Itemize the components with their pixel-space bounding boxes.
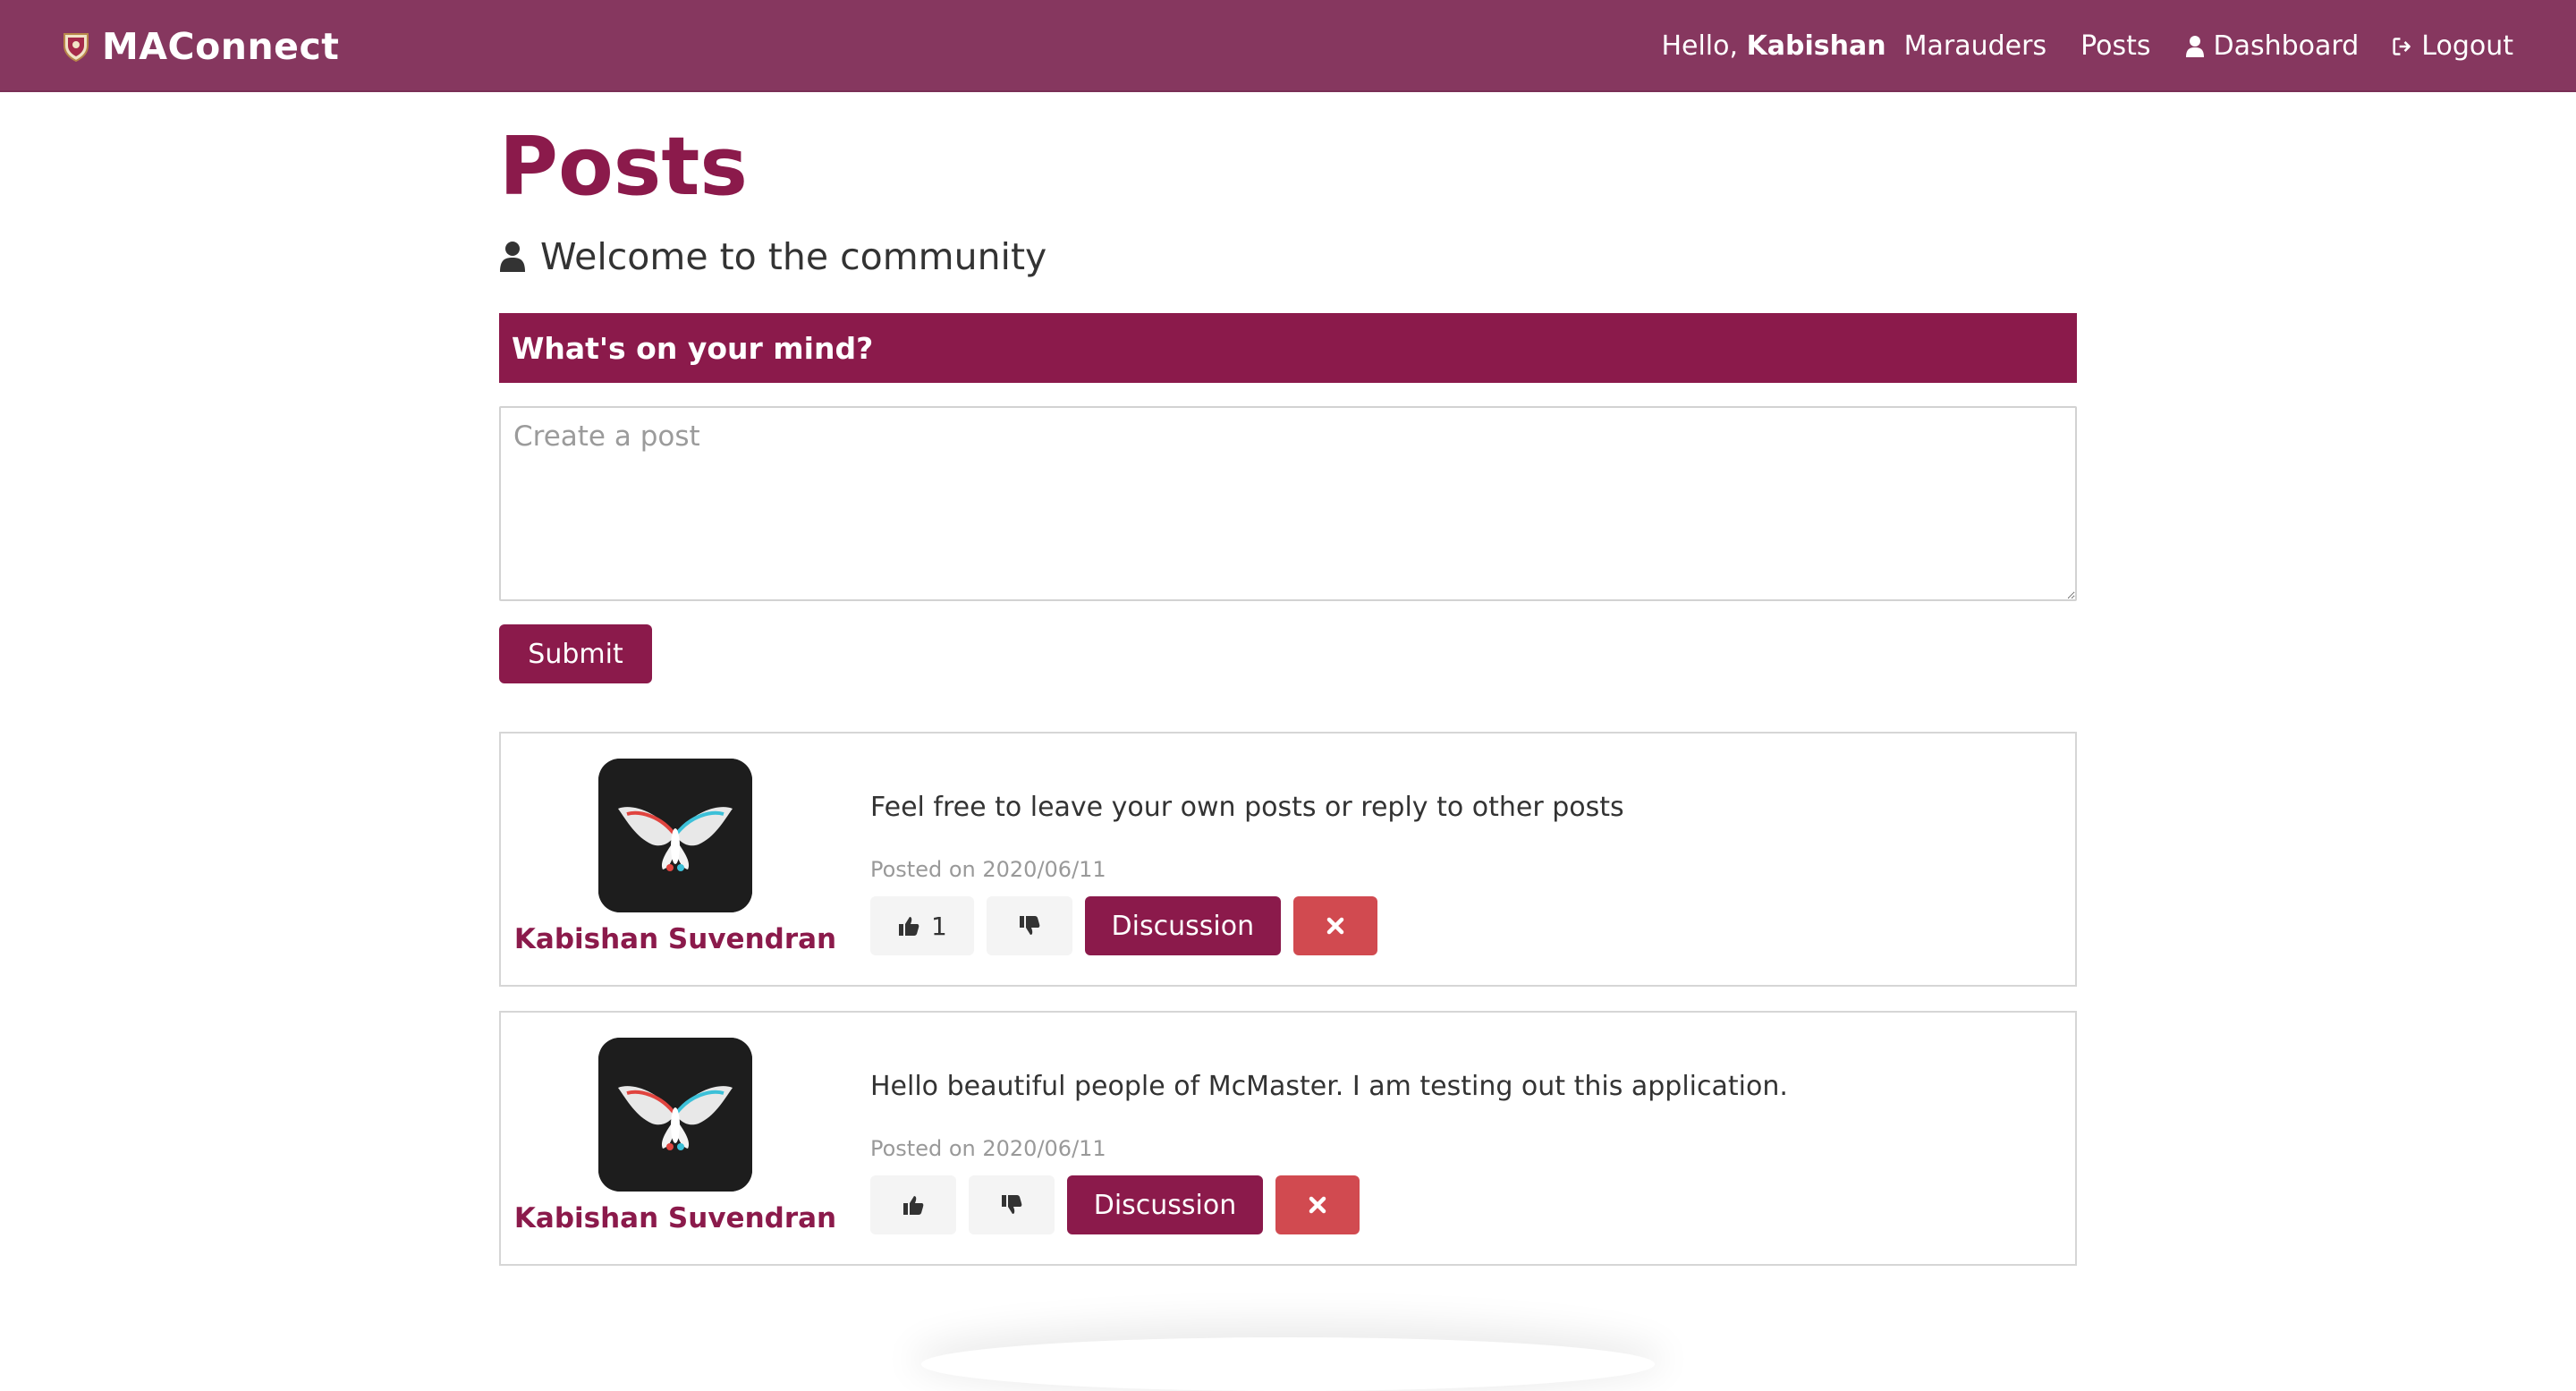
post-card: Kabishan Suvendran Hello beautiful peopl… xyxy=(499,1011,2077,1266)
user-icon xyxy=(2185,35,2204,57)
close-icon xyxy=(1309,1196,1326,1214)
nav-link-posts[interactable]: Posts xyxy=(2080,30,2150,62)
submit-button[interactable]: Submit xyxy=(499,624,652,683)
lead-label: Welcome to the community xyxy=(540,235,1047,278)
nav-link-logout-label: Logout xyxy=(2421,30,2513,62)
post-actions: Discussion xyxy=(870,1175,1360,1234)
greeting-user-name: Kabishan xyxy=(1746,30,1886,62)
greeting-prefix: Hello, xyxy=(1661,30,1739,62)
butterfly-avatar-icon xyxy=(598,1038,752,1192)
create-post-input[interactable] xyxy=(499,406,2077,601)
post-card: Kabishan Suvendran Feel free to leave yo… xyxy=(499,732,2077,987)
post-text: Hello beautiful people of McMaster. I am… xyxy=(870,1071,1788,1102)
nav-links: Hello, Kabishan Marauders Posts Dashboar… xyxy=(1661,0,2513,92)
compose-header-label: What's on your mind? xyxy=(512,330,874,366)
nav-link-marauders[interactable]: Marauders xyxy=(1904,30,2046,62)
post-author[interactable]: Kabishan Suvendran xyxy=(501,923,850,955)
post-date: Posted on 2020/06/11 xyxy=(870,857,1106,882)
like-button[interactable]: 1 xyxy=(870,896,974,955)
dislike-button[interactable] xyxy=(969,1175,1055,1234)
close-icon xyxy=(1326,917,1344,935)
brand-link[interactable]: MAConnect xyxy=(63,0,339,92)
shield-crest-icon xyxy=(64,32,89,62)
sign-out-icon xyxy=(2393,37,2411,55)
author-avatar[interactable] xyxy=(598,1038,752,1192)
compose-header: What's on your mind? xyxy=(499,313,2077,383)
post-date: Posted on 2020/06/11 xyxy=(870,1136,1106,1161)
thumbs-down-icon xyxy=(1002,1195,1022,1214)
greeting: Hello, Kabishan xyxy=(1661,30,1885,62)
butterfly-avatar-icon xyxy=(598,759,752,912)
post-text: Feel free to leave your own posts or rep… xyxy=(870,792,1624,823)
user-icon xyxy=(500,242,525,272)
post-author[interactable]: Kabishan Suvendran xyxy=(501,1202,850,1234)
discussion-button[interactable]: Discussion xyxy=(1084,896,1281,955)
like-button[interactable] xyxy=(870,1175,956,1234)
thumbs-up-icon xyxy=(899,917,919,936)
author-avatar[interactable] xyxy=(598,759,752,912)
nav-link-logout[interactable]: Logout xyxy=(2393,30,2513,62)
delete-post-button[interactable] xyxy=(1275,1175,1360,1234)
nav-link-dashboard-label: Dashboard xyxy=(2213,30,2360,62)
thumbs-up-icon xyxy=(903,1196,924,1215)
top-navbar: MAConnect Hello, Kabishan Marauders Post… xyxy=(0,0,2576,92)
brand-name: MAConnect xyxy=(102,24,340,68)
thumbs-down-icon xyxy=(1019,916,1040,935)
like-count: 1 xyxy=(931,911,947,941)
nav-link-posts-label: Posts xyxy=(2080,30,2151,62)
page-title: Posts xyxy=(499,120,748,214)
delete-post-button[interactable] xyxy=(1292,896,1377,955)
lead-text: Welcome to the community xyxy=(499,235,1046,278)
discussion-button[interactable]: Discussion xyxy=(1067,1175,1263,1234)
nav-link-dashboard[interactable]: Dashboard xyxy=(2185,30,2360,62)
post-actions: 1 Discussion xyxy=(870,896,1377,955)
nav-link-marauders-label: Marauders xyxy=(1903,30,2047,62)
dislike-button[interactable] xyxy=(986,896,1072,955)
bottom-shadow xyxy=(921,1337,1655,1391)
